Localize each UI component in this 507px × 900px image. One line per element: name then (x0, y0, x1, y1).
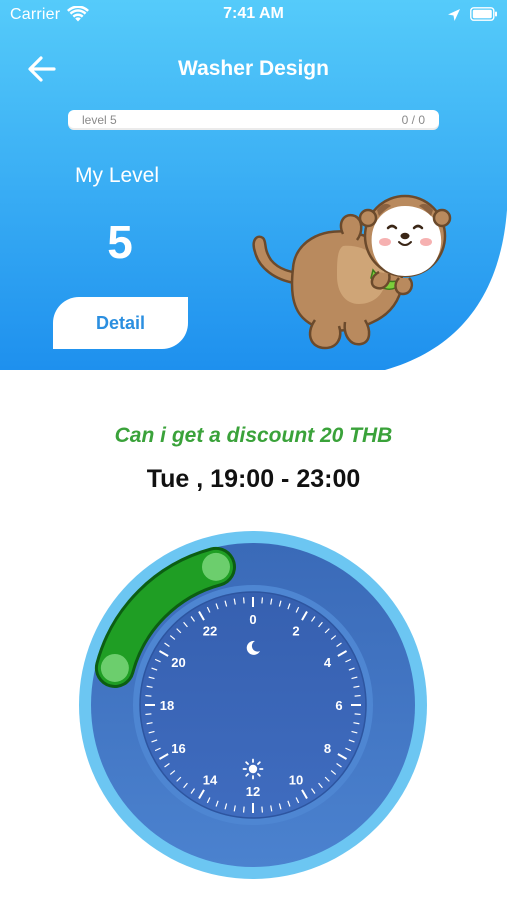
hour-label: 2 (292, 624, 299, 639)
location-arrow-icon (448, 9, 460, 21)
dial-tick (145, 694, 152, 697)
hour-label: 12 (246, 784, 260, 799)
hour-label: 20 (171, 655, 185, 670)
hour-label: 16 (171, 741, 185, 756)
clock-time: 7:41 AM (223, 5, 284, 22)
start-time-handle[interactable] (100, 653, 129, 682)
hour-label: 0 (249, 612, 256, 627)
my-level-label: My Level (75, 164, 160, 187)
time-dial[interactable]: 0 2 4 6 8 10 12 14 16 18 20 22 (77, 529, 429, 881)
level-progress-bar: level 5 0 / 0 (68, 110, 439, 130)
hour-label: 8 (324, 741, 331, 756)
discount-text: Can i get a discount 20 THB (114, 424, 393, 447)
battery-icon (470, 7, 497, 21)
dial-tick (354, 713, 361, 716)
end-time-handle[interactable] (201, 552, 230, 581)
header-panel: Carrier 7:41 AM Washer Design level 5 0 … (0, 0, 507, 370)
level-value: 5 (107, 216, 133, 268)
dial-tick (145, 713, 152, 716)
hour-label: 4 (324, 655, 332, 670)
hour-label: 14 (203, 772, 218, 787)
page-title: Washer Design (178, 57, 329, 80)
progress-level-label: level 5 (82, 113, 117, 127)
hour-label: 6 (335, 698, 342, 713)
dial-tick (261, 806, 264, 813)
hour-label: 22 (203, 624, 217, 639)
hour-label: 10 (289, 772, 303, 787)
otter-mascot (252, 194, 452, 350)
hour-label: 18 (160, 698, 174, 713)
status-bar: Carrier 7:41 AM (0, 0, 507, 30)
dial-tick (261, 597, 264, 604)
dial-tick (354, 694, 361, 697)
dial-tick (242, 597, 245, 604)
detail-button[interactable]: Detail (53, 297, 188, 349)
dial-tick (242, 806, 245, 813)
sun-icon (242, 758, 264, 780)
schedule-time-text: Tue , 19:00 - 23:00 (146, 465, 361, 493)
progress-count-label: 0 / 0 (401, 113, 425, 127)
